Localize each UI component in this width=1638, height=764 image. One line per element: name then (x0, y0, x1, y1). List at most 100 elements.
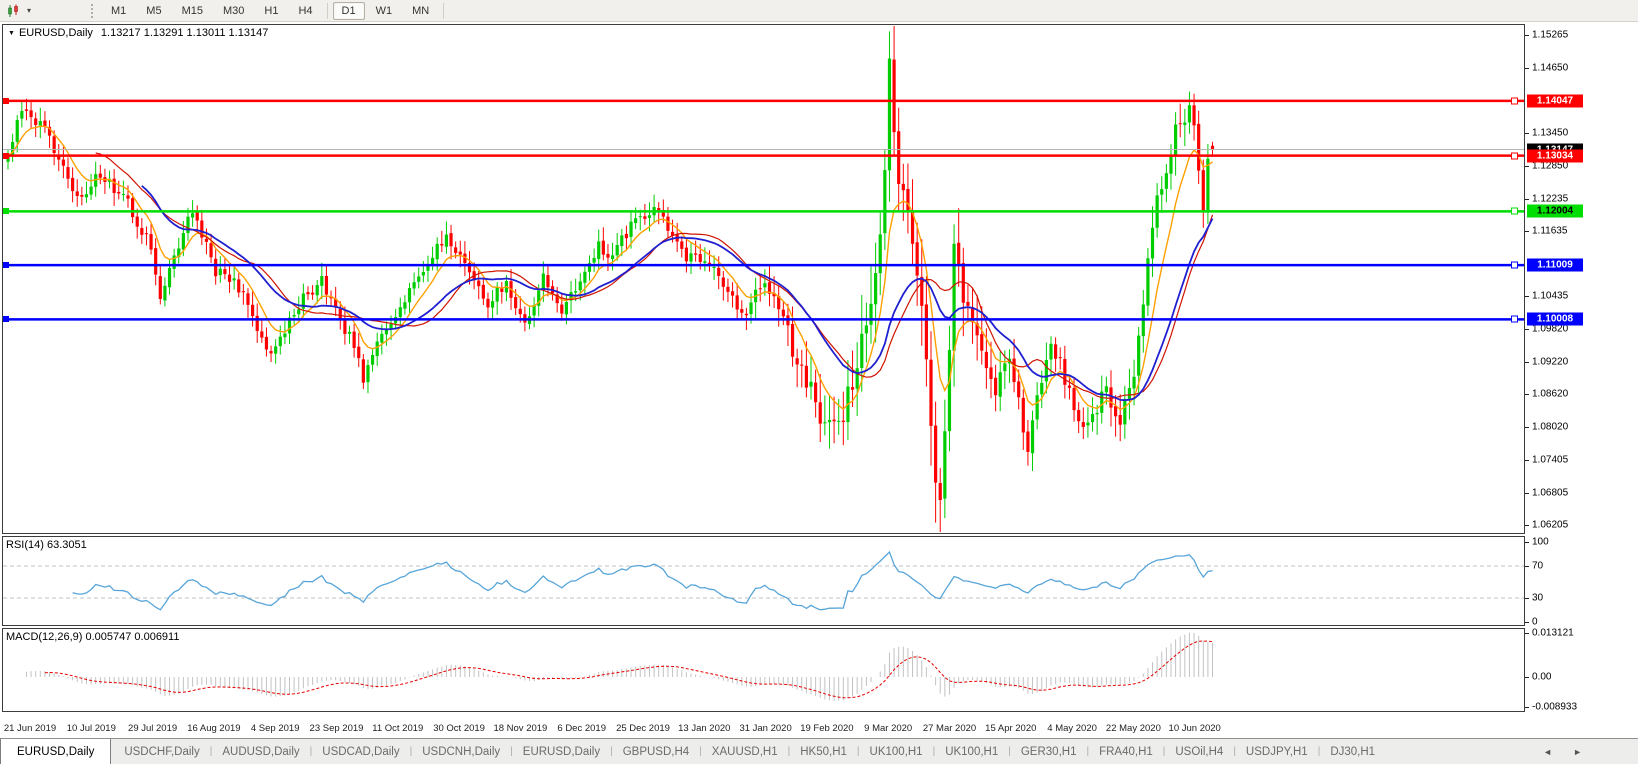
axis-tick (1525, 199, 1529, 200)
axis-tick (1525, 677, 1529, 678)
price-tick-label: 1.09220 (1532, 356, 1568, 367)
mt4-window: ▾ M1M5M15M30H1H4 D1W1MN ▼ EURUSD,Daily 1.13… (0, 0, 1638, 764)
line-endpoint-marker[interactable] (3, 153, 9, 159)
rsi-indicator-label: RSI(14) 63.3051 (6, 539, 87, 551)
chart-tab-usoil-h4[interactable]: USOil,H4 (1165, 739, 1233, 764)
chart-menu-caret-icon[interactable]: ▼ (8, 30, 15, 37)
chart-tab-eurusd-daily[interactable]: EURUSD,Daily (513, 739, 610, 764)
axis-tick (1525, 633, 1529, 634)
date-label: 13 Jan 2020 (678, 723, 730, 734)
date-label: 11 Oct 2019 (372, 723, 423, 734)
date-label: 15 Apr 2020 (985, 723, 1036, 734)
chart-tab-eurusd-daily[interactable]: EURUSD,Daily (0, 739, 111, 764)
date-label: 4 Sep 2019 (251, 723, 300, 734)
date-label: 4 May 2020 (1047, 723, 1097, 734)
price-line-label: 1.13034 (1527, 149, 1583, 162)
chart-tab-usdjpy-h1[interactable]: USDJPY,H1 (1236, 739, 1318, 764)
price-tick-label: 70 (1532, 561, 1543, 572)
date-label: 10 Jul 2019 (67, 723, 116, 734)
axis-tick (1525, 622, 1529, 623)
axis-tick (1525, 362, 1529, 363)
axis-tick (1525, 68, 1529, 69)
timeframe-button-d1[interactable]: D1 (333, 2, 365, 20)
price-panel[interactable] (2, 24, 1525, 534)
line-endpoint-marker[interactable] (1511, 152, 1518, 159)
line-endpoint-marker[interactable] (3, 98, 9, 104)
axis-tick (1525, 427, 1529, 428)
timeframe-button-mn[interactable]: MN (403, 2, 438, 20)
price-tick-label: 100 (1532, 537, 1549, 548)
chart-tab-ger30-h1[interactable]: GER30,H1 (1011, 739, 1087, 764)
timeframe-button-m5[interactable]: M5 (137, 2, 170, 20)
chart-title: ▼ EURUSD,Daily 1.13217 1.13291 1.13011 1.1… (8, 27, 268, 39)
price-tick-label: 1.13450 (1532, 128, 1568, 139)
price-tick-label: -0.008933 (1532, 701, 1577, 712)
price-line-label: 1.12004 (1527, 205, 1583, 218)
timeframe-button-h1[interactable]: H1 (255, 2, 287, 20)
chart-title-symbol: EURUSD,Daily (19, 27, 93, 39)
line-endpoint-marker[interactable] (1511, 262, 1518, 269)
timeframe-button-m30[interactable]: M30 (214, 2, 253, 20)
chart-tab-gbpusd-h4[interactable]: GBPUSD,H4 (613, 739, 699, 764)
price-tick-label: 1.07405 (1532, 455, 1568, 466)
axis-tick (1525, 493, 1529, 494)
price-tick-label: 0.00 (1532, 672, 1551, 683)
chart-tab-usdchf-daily[interactable]: USDCHF,Daily (114, 739, 209, 764)
date-label: 6 Dec 2019 (557, 723, 606, 734)
rsi-panel[interactable] (2, 536, 1525, 626)
toolbar-separator (327, 3, 328, 19)
macd-indicator-label: MACD(12,26,9) 0.005747 0.006911 (6, 631, 179, 643)
line-endpoint-marker[interactable] (1511, 97, 1518, 104)
price-tick-label: 1.06805 (1532, 487, 1568, 498)
chart-tab-audusd-daily[interactable]: AUDUSD,Daily (212, 739, 309, 764)
timeframe-button-w1[interactable]: W1 (367, 2, 402, 20)
toolbar-caret-icon[interactable]: ▾ (23, 6, 35, 15)
chart-tabs: EURUSD,DailyUSDCHF,Daily|AUDUSD,Daily|US… (0, 739, 1385, 764)
date-label: 10 Jun 2020 (1169, 723, 1221, 734)
axis-tick (1525, 525, 1529, 526)
candlestick-chart-icon[interactable] (4, 3, 22, 19)
axis-tick (1525, 35, 1529, 36)
line-endpoint-marker[interactable] (3, 208, 9, 214)
date-label: 25 Dec 2019 (616, 723, 670, 734)
chart-tab-fra40-h1[interactable]: FRA40,H1 (1089, 739, 1163, 764)
tabs-scroll-left-icon[interactable]: ◄ (1543, 739, 1552, 764)
price-tick-label: 1.15265 (1532, 30, 1568, 41)
price-tick-label: 30 (1532, 593, 1543, 604)
chart-tab-uk100-h1[interactable]: UK100,H1 (860, 739, 933, 764)
price-line-label: 1.11009 (1527, 259, 1583, 272)
price-tick-label: 1.14650 (1532, 63, 1568, 74)
toolbar: ▾ M1M5M15M30H1H4 D1W1MN (0, 0, 1638, 22)
chart-tab-usdcnh-daily[interactable]: USDCNH,Daily (412, 739, 510, 764)
axis-tick (1525, 460, 1529, 461)
chart-tab-dj30-h1[interactable]: DJ30,H1 (1320, 739, 1385, 764)
date-label: 31 Jan 2020 (739, 723, 791, 734)
line-endpoint-marker[interactable] (1511, 316, 1518, 323)
chart-tab-xauusd-h1[interactable]: XAUUSD,H1 (702, 739, 788, 764)
line-endpoint-marker[interactable] (3, 316, 9, 322)
price-line-label: 1.10008 (1527, 313, 1583, 326)
chart-tab-hk50-h1[interactable]: HK50,H1 (790, 739, 857, 764)
chart-tab-bar: EURUSD,DailyUSDCHF,Daily|AUDUSD,Daily|US… (0, 738, 1638, 764)
date-label: 22 May 2020 (1106, 723, 1161, 734)
axis-tick (1525, 133, 1529, 134)
toolbar-grip[interactable] (91, 4, 95, 18)
toolbar-separator (443, 3, 444, 19)
line-endpoint-marker[interactable] (3, 262, 9, 268)
timeframe-button-h4[interactable]: H4 (289, 2, 321, 20)
axis-tick (1525, 231, 1529, 232)
price-tick-label: 1.10435 (1532, 291, 1568, 302)
tabs-scroll-right-icon[interactable]: ► (1573, 739, 1582, 764)
price-tick-label: 1.08020 (1532, 421, 1568, 432)
line-endpoint-marker[interactable] (1511, 208, 1518, 215)
price-tick-label: 1.12235 (1532, 193, 1568, 204)
axis-tick (1525, 329, 1529, 330)
chart-tab-uk100-h1[interactable]: UK100,H1 (935, 739, 1008, 764)
axis-tick (1525, 166, 1529, 167)
timeframe-button-m15[interactable]: M15 (173, 2, 212, 20)
macd-panel[interactable] (2, 628, 1525, 712)
chart-tab-usdcad-daily[interactable]: USDCAD,Daily (312, 739, 409, 764)
price-tick-label: 1.08620 (1532, 389, 1568, 400)
chart-title-ohlc: 1.13217 1.13291 1.13011 1.13147 (101, 27, 268, 39)
timeframe-button-m1[interactable]: M1 (102, 2, 135, 20)
